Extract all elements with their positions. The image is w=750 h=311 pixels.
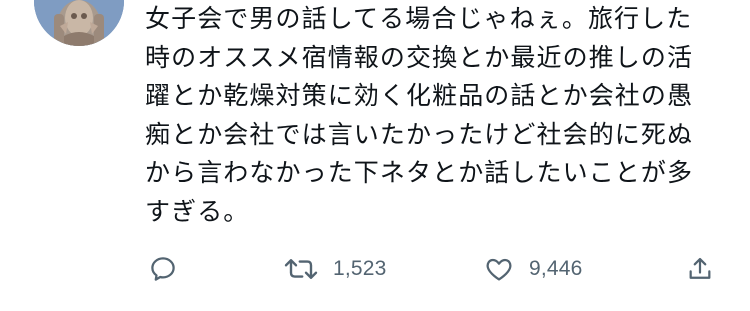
- like-button[interactable]: 9,446: [483, 251, 583, 287]
- avatar[interactable]: [34, 0, 124, 46]
- reply-button[interactable]: [148, 251, 178, 287]
- tweet-text: 女子会で男の話してる場合じゃねぇ。旅行した 時のオススメ宿情報の交換とか最近の推…: [145, 4, 694, 226]
- retweet-button[interactable]: 1,523: [283, 251, 387, 287]
- tweet-actions: 1,523 9,446: [0, 251, 750, 287]
- retweet-icon: [284, 259, 318, 279]
- avatar-image: [34, 0, 124, 46]
- reply-icon: [151, 257, 175, 281]
- share-button[interactable]: [686, 251, 714, 287]
- heart-icon: [486, 258, 512, 281]
- share-icon: [689, 257, 711, 279]
- retweet-count: 1,523: [333, 257, 387, 280]
- like-count: 9,446: [529, 257, 583, 280]
